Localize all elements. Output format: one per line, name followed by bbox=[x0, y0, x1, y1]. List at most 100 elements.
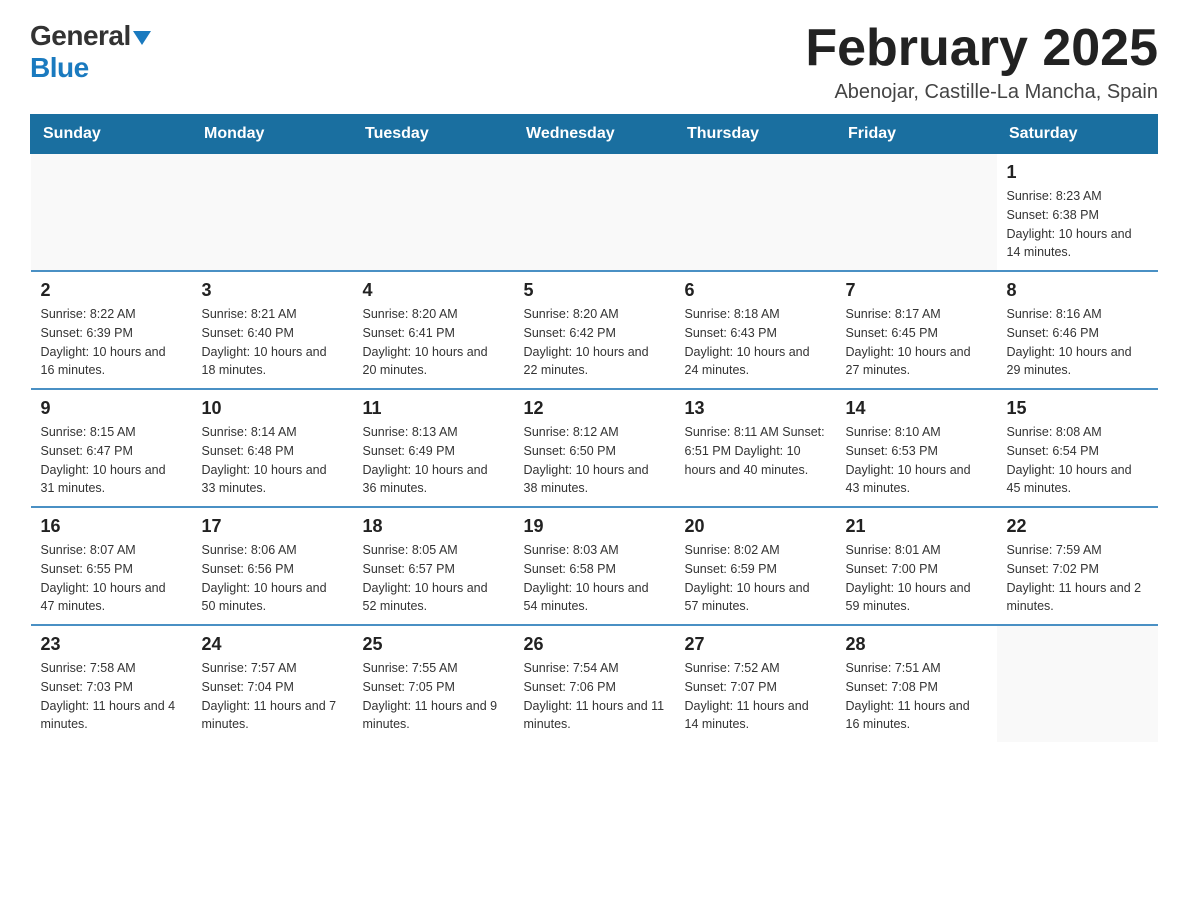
day-number: 26 bbox=[524, 634, 665, 655]
day-info: Sunrise: 8:06 AM Sunset: 6:56 PM Dayligh… bbox=[202, 541, 343, 616]
calendar-cell: 18 Sunrise: 8:05 AM Sunset: 6:57 PM Dayli… bbox=[353, 507, 514, 625]
column-header-friday: Friday bbox=[836, 115, 997, 154]
calendar-cell: 24 Sunrise: 7:57 AM Sunset: 7:04 PM Dayli… bbox=[192, 625, 353, 742]
calendar-cell bbox=[997, 625, 1158, 742]
day-info: Sunrise: 8:01 AM Sunset: 7:00 PM Dayligh… bbox=[846, 541, 987, 616]
calendar-cell: 2Sunrise: 8:22 AM Sunset: 6:39 PM Daylig… bbox=[31, 271, 192, 389]
day-info: Sunrise: 7:59 AM Sunset: 7:02 PM Dayligh… bbox=[1007, 541, 1148, 616]
day-info: Sunrise: 8:21 AM Sunset: 6:40 PM Dayligh… bbox=[202, 305, 343, 380]
day-info: Sunrise: 8:16 AM Sunset: 6:46 PM Dayligh… bbox=[1007, 305, 1148, 380]
calendar-table: SundayMondayTuesdayWednesdayThursdayFrid… bbox=[30, 114, 1158, 742]
day-info: Sunrise: 8:13 AM Sunset: 6:49 PM Dayligh… bbox=[363, 423, 504, 498]
day-info: Sunrise: 8:14 AM Sunset: 6:48 PM Dayligh… bbox=[202, 423, 343, 498]
calendar-cell: 6 Sunrise: 8:18 AM Sunset: 6:43 PM Daylig… bbox=[675, 271, 836, 389]
calendar-header-row: SundayMondayTuesdayWednesdayThursdayFrid… bbox=[31, 115, 1158, 154]
day-info: Sunrise: 8:07 AM Sunset: 6:55 PM Dayligh… bbox=[41, 541, 182, 616]
calendar-cell: 13 Sunrise: 8:11 AM Sunset: 6:51 PM Dayli… bbox=[675, 389, 836, 507]
day-info: Sunrise: 8:11 AM Sunset: 6:51 PM Dayligh… bbox=[685, 423, 826, 479]
logo-general-text: General bbox=[30, 20, 131, 51]
calendar-week-row: 2Sunrise: 8:22 AM Sunset: 6:39 PM Daylig… bbox=[31, 271, 1158, 389]
calendar-cell: 5 Sunrise: 8:20 AM Sunset: 6:42 PM Daylig… bbox=[514, 271, 675, 389]
day-number: 23 bbox=[41, 634, 182, 655]
day-info: Sunrise: 8:15 AM Sunset: 6:47 PM Dayligh… bbox=[41, 423, 182, 498]
day-number: 13 bbox=[685, 398, 826, 419]
calendar-cell: 27 Sunrise: 7:52 AM Sunset: 7:07 PM Dayli… bbox=[675, 625, 836, 742]
calendar-cell: 9 Sunrise: 8:15 AM Sunset: 6:47 PM Daylig… bbox=[31, 389, 192, 507]
calendar-cell: 20 Sunrise: 8:02 AM Sunset: 6:59 PM Dayli… bbox=[675, 507, 836, 625]
day-number: 27 bbox=[685, 634, 826, 655]
day-info: Sunrise: 7:52 AM Sunset: 7:07 PM Dayligh… bbox=[685, 659, 826, 734]
day-info: Sunrise: 8:20 AM Sunset: 6:42 PM Dayligh… bbox=[524, 305, 665, 380]
day-info: Sunrise: 8:23 AM Sunset: 6:38 PM Dayligh… bbox=[1007, 187, 1148, 262]
calendar-cell: 12Sunrise: 8:12 AM Sunset: 6:50 PM Dayli… bbox=[514, 389, 675, 507]
calendar-cell: 10 Sunrise: 8:14 AM Sunset: 6:48 PM Dayli… bbox=[192, 389, 353, 507]
day-number: 24 bbox=[202, 634, 343, 655]
day-number: 10 bbox=[202, 398, 343, 419]
calendar-week-row: 23 Sunrise: 7:58 AM Sunset: 7:03 PM Dayli… bbox=[31, 625, 1158, 742]
calendar-cell bbox=[675, 154, 836, 272]
calendar-cell: 15 Sunrise: 8:08 AM Sunset: 6:54 PM Dayli… bbox=[997, 389, 1158, 507]
day-info: Sunrise: 7:51 AM Sunset: 7:08 PM Dayligh… bbox=[846, 659, 987, 734]
calendar-cell: 8 Sunrise: 8:16 AM Sunset: 6:46 PM Daylig… bbox=[997, 271, 1158, 389]
calendar-cell: 1 Sunrise: 8:23 AM Sunset: 6:38 PM Daylig… bbox=[997, 154, 1158, 272]
day-number: 11 bbox=[363, 398, 504, 419]
calendar-header: SundayMondayTuesdayWednesdayThursdayFrid… bbox=[31, 115, 1158, 154]
column-header-wednesday: Wednesday bbox=[514, 115, 675, 154]
column-header-tuesday: Tuesday bbox=[353, 115, 514, 154]
calendar-week-row: 1 Sunrise: 8:23 AM Sunset: 6:38 PM Daylig… bbox=[31, 154, 1158, 272]
calendar-cell: 28 Sunrise: 7:51 AM Sunset: 7:08 PM Dayli… bbox=[836, 625, 997, 742]
day-number: 18 bbox=[363, 516, 504, 537]
day-info: Sunrise: 8:22 AM Sunset: 6:39 PM Dayligh… bbox=[41, 305, 182, 380]
day-info: Sunrise: 8:18 AM Sunset: 6:43 PM Dayligh… bbox=[685, 305, 826, 380]
page-title: February 2025 bbox=[805, 20, 1158, 77]
calendar-cell: 7Sunrise: 8:17 AM Sunset: 6:45 PM Daylig… bbox=[836, 271, 997, 389]
day-number: 20 bbox=[685, 516, 826, 537]
day-info: Sunrise: 8:02 AM Sunset: 6:59 PM Dayligh… bbox=[685, 541, 826, 616]
day-info: Sunrise: 7:54 AM Sunset: 7:06 PM Dayligh… bbox=[524, 659, 665, 734]
day-info: Sunrise: 7:58 AM Sunset: 7:03 PM Dayligh… bbox=[41, 659, 182, 734]
calendar-body: 1 Sunrise: 8:23 AM Sunset: 6:38 PM Daylig… bbox=[31, 154, 1158, 743]
day-number: 9 bbox=[41, 398, 182, 419]
calendar-cell: 16 Sunrise: 8:07 AM Sunset: 6:55 PM Dayli… bbox=[31, 507, 192, 625]
calendar-cell: 14 Sunrise: 8:10 AM Sunset: 6:53 PM Dayli… bbox=[836, 389, 997, 507]
column-header-saturday: Saturday bbox=[997, 115, 1158, 154]
calendar-cell: 17 Sunrise: 8:06 AM Sunset: 6:56 PM Dayli… bbox=[192, 507, 353, 625]
calendar-cell: 21 Sunrise: 8:01 AM Sunset: 7:00 PM Dayli… bbox=[836, 507, 997, 625]
calendar-cell bbox=[514, 154, 675, 272]
day-info: Sunrise: 7:57 AM Sunset: 7:04 PM Dayligh… bbox=[202, 659, 343, 734]
day-number: 21 bbox=[846, 516, 987, 537]
day-number: 16 bbox=[41, 516, 182, 537]
logo: General Blue bbox=[30, 20, 151, 84]
day-number: 22 bbox=[1007, 516, 1148, 537]
calendar-cell: 4Sunrise: 8:20 AM Sunset: 6:41 PM Daylig… bbox=[353, 271, 514, 389]
day-number: 7 bbox=[846, 280, 987, 301]
day-number: 3 bbox=[202, 280, 343, 301]
day-number: 6 bbox=[685, 280, 826, 301]
day-info: Sunrise: 8:10 AM Sunset: 6:53 PM Dayligh… bbox=[846, 423, 987, 498]
day-number: 14 bbox=[846, 398, 987, 419]
day-number: 17 bbox=[202, 516, 343, 537]
column-header-sunday: Sunday bbox=[31, 115, 192, 154]
logo-triangle-icon bbox=[133, 31, 151, 45]
calendar-cell bbox=[353, 154, 514, 272]
day-number: 15 bbox=[1007, 398, 1148, 419]
day-number: 1 bbox=[1007, 162, 1148, 183]
page-subtitle: Abenojar, Castille-La Mancha, Spain bbox=[805, 81, 1158, 104]
calendar-cell bbox=[836, 154, 997, 272]
day-info: Sunrise: 8:08 AM Sunset: 6:54 PM Dayligh… bbox=[1007, 423, 1148, 498]
day-number: 5 bbox=[524, 280, 665, 301]
calendar-cell: 11 Sunrise: 8:13 AM Sunset: 6:49 PM Dayli… bbox=[353, 389, 514, 507]
title-block: February 2025 Abenojar, Castille-La Manc… bbox=[805, 20, 1158, 104]
day-number: 19 bbox=[524, 516, 665, 537]
day-info: Sunrise: 8:05 AM Sunset: 6:57 PM Dayligh… bbox=[363, 541, 504, 616]
day-number: 12 bbox=[524, 398, 665, 419]
day-info: Sunrise: 8:03 AM Sunset: 6:58 PM Dayligh… bbox=[524, 541, 665, 616]
day-number: 8 bbox=[1007, 280, 1148, 301]
calendar-cell: 3 Sunrise: 8:21 AM Sunset: 6:40 PM Daylig… bbox=[192, 271, 353, 389]
column-header-monday: Monday bbox=[192, 115, 353, 154]
day-number: 28 bbox=[846, 634, 987, 655]
calendar-cell: 22 Sunrise: 7:59 AM Sunset: 7:02 PM Dayli… bbox=[997, 507, 1158, 625]
day-info: Sunrise: 8:20 AM Sunset: 6:41 PM Dayligh… bbox=[363, 305, 504, 380]
calendar-cell bbox=[192, 154, 353, 272]
calendar-cell: 25Sunrise: 7:55 AM Sunset: 7:05 PM Dayli… bbox=[353, 625, 514, 742]
